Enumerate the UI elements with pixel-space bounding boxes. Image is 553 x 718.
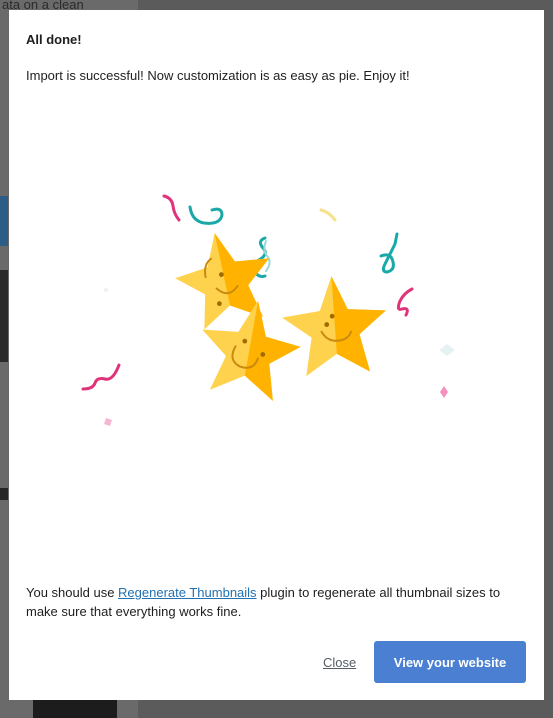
- close-link[interactable]: Close: [323, 655, 356, 670]
- sparkle-icon: [104, 288, 108, 292]
- backdrop-strip: [0, 196, 8, 246]
- dialog-title: All done!: [26, 32, 82, 47]
- backdrop-strip: [0, 488, 8, 500]
- backdrop-block: [33, 700, 117, 718]
- dialog-message: Import is successful! Now customization …: [26, 68, 410, 83]
- view-website-button[interactable]: View your website: [374, 641, 526, 683]
- note-prefix: You should use: [26, 585, 119, 600]
- star-face-icon: [282, 276, 386, 377]
- celebration-illustration: [81, 194, 455, 426]
- dialog-note: You should use Regenerate Thumbnails plu…: [26, 583, 526, 621]
- import-success-dialog: All done! Import is successful! Now cust…: [9, 10, 544, 700]
- regenerate-thumbnails-link[interactable]: Regenerate Thumbnails: [118, 585, 257, 600]
- backdrop-strip: [0, 270, 8, 362]
